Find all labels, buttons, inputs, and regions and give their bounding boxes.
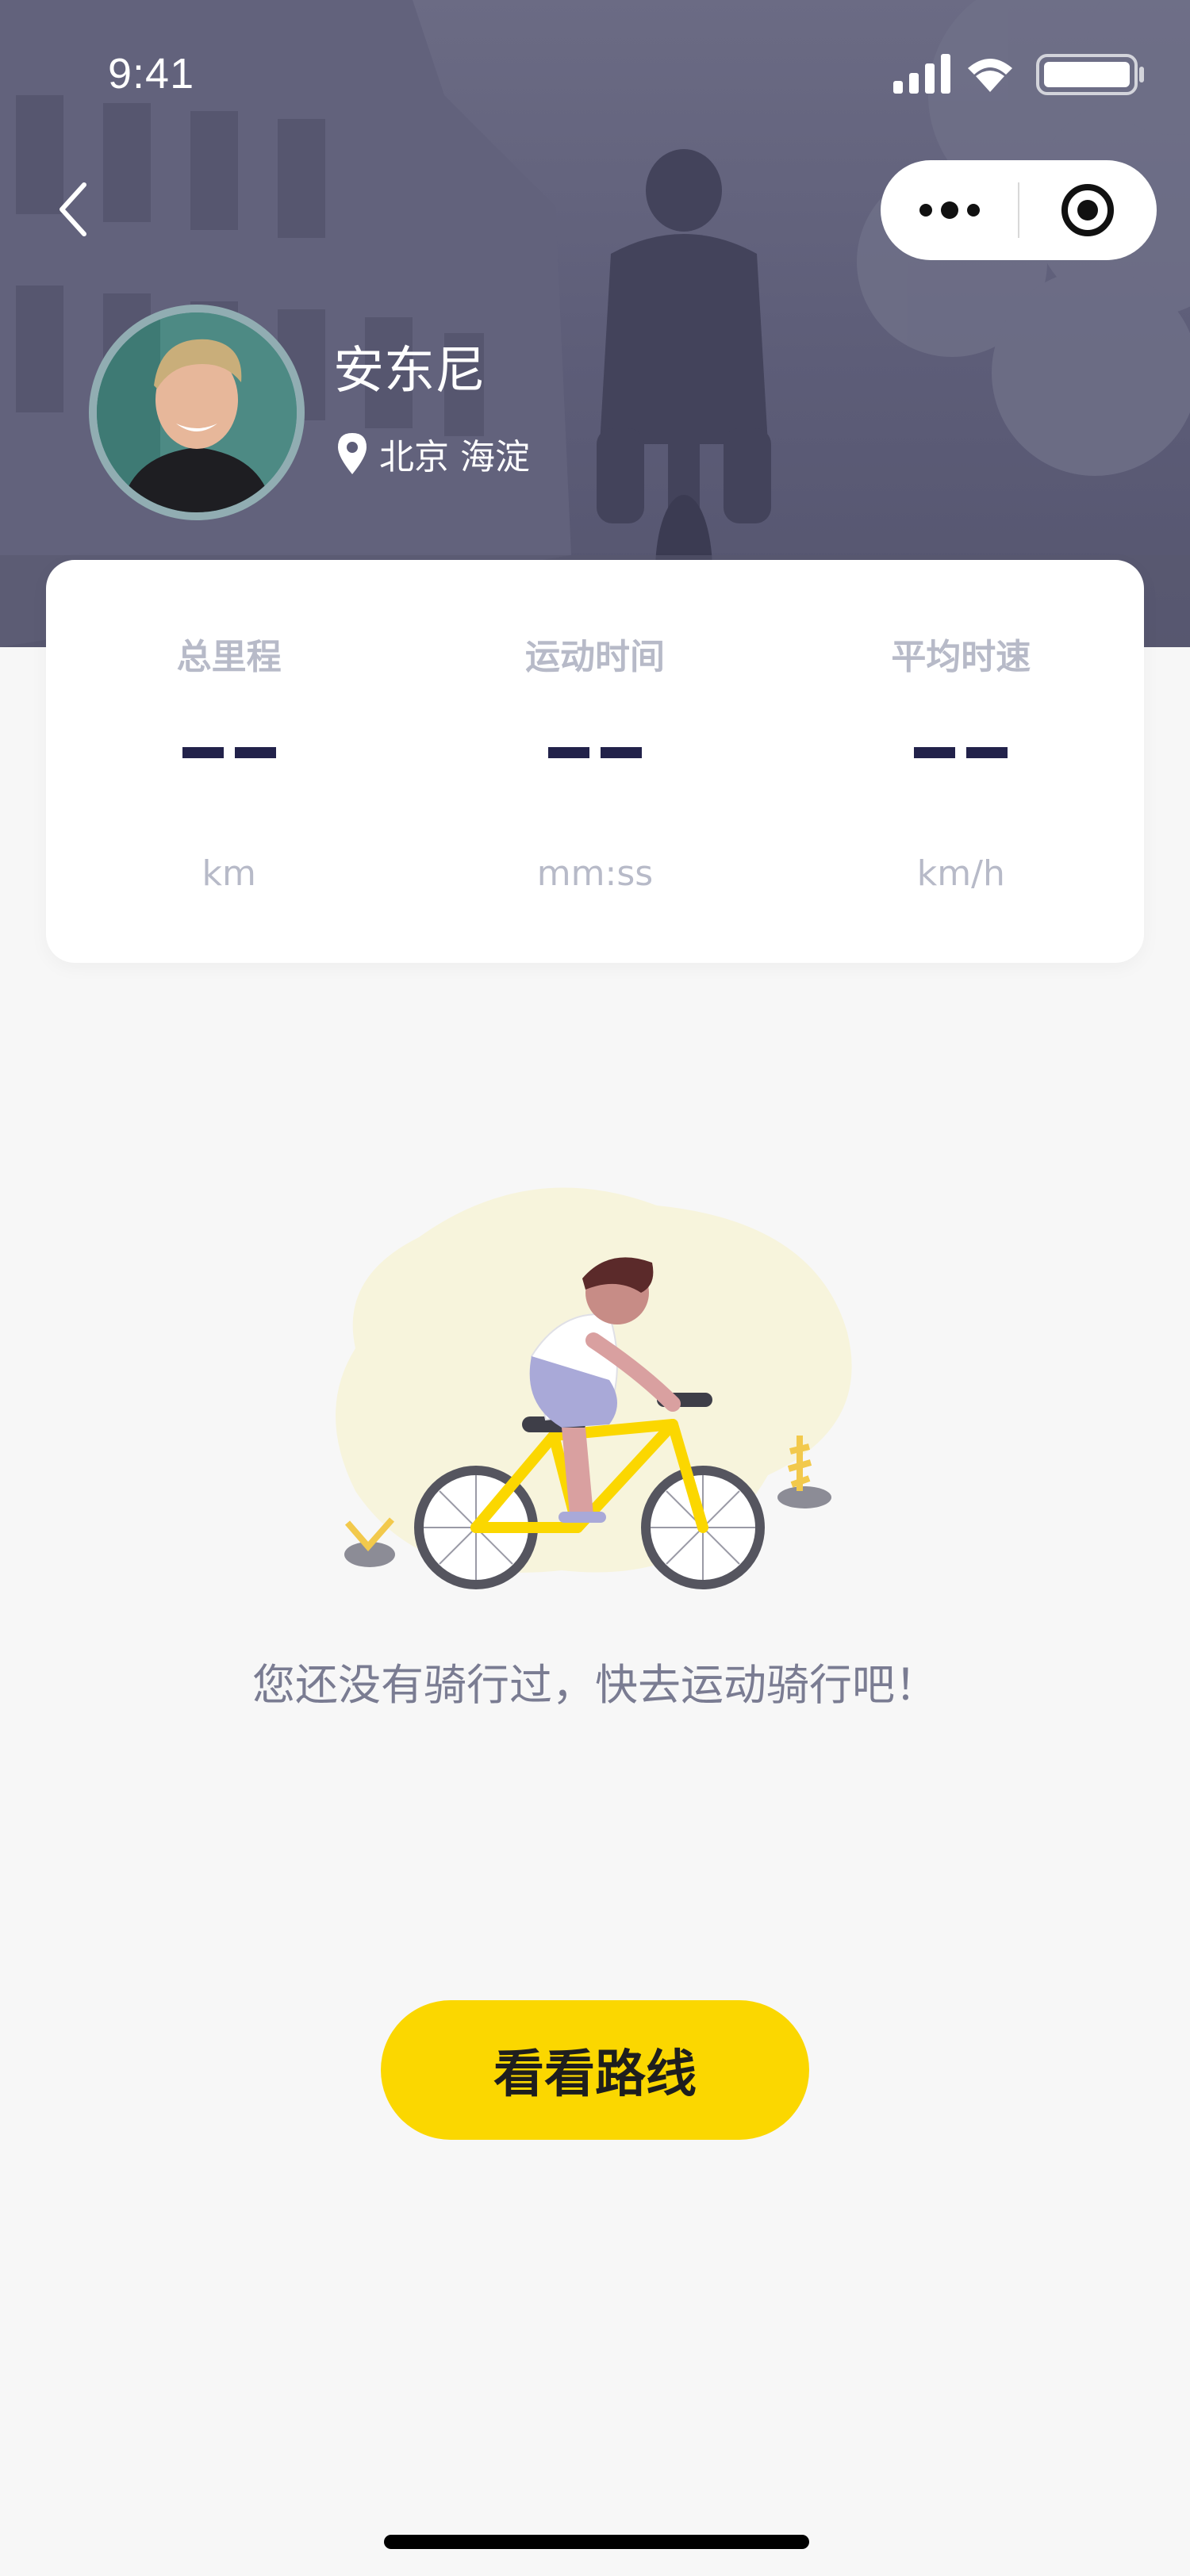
- stat-exercise-time: 运动时间 mm:ss: [412, 560, 777, 963]
- stats-card: 总里程 km 运动时间 mm:ss 平均时速 km/h: [46, 560, 1144, 963]
- location: 北京 海淀: [336, 428, 530, 479]
- stat-label: 运动时间: [524, 637, 665, 677]
- location-city: 北京: [379, 437, 449, 477]
- battery-icon: [1036, 54, 1144, 95]
- signal-icon: [893, 54, 950, 94]
- stat-label: 平均时速: [891, 637, 1031, 677]
- stat-total-distance: 总里程 km: [46, 560, 412, 963]
- wifi-icon: [968, 59, 1012, 92]
- stat-average-speed: 平均时速 km/h: [778, 560, 1144, 963]
- avatar[interactable]: [89, 305, 305, 520]
- location-pin-icon: [338, 433, 367, 474]
- status-icons: [893, 52, 1146, 100]
- stat-value-placeholder: [412, 747, 777, 758]
- target-circle-icon: [1061, 184, 1115, 236]
- location-district: 海淀: [460, 437, 530, 477]
- more-dots-icon: [919, 201, 980, 219]
- stat-value-placeholder: [778, 747, 1144, 758]
- stat-label: 总里程: [176, 637, 282, 677]
- mini-program-capsule: [881, 160, 1157, 260]
- empty-state-message: 您还没有骑行过，快去运动骑行吧！: [252, 1660, 938, 1710]
- username: 安东尼: [333, 342, 486, 401]
- plant-left: [344, 1517, 395, 1567]
- avatar-photo: [97, 312, 297, 512]
- stat-unit: km/h: [916, 853, 1005, 894]
- cyclist-illustration: [336, 1187, 852, 1589]
- home-indicator: [384, 2535, 809, 2549]
- stat-unit: mm:ss: [536, 853, 654, 894]
- more-button[interactable]: [881, 160, 1018, 260]
- close-button[interactable]: [1019, 160, 1157, 260]
- chevron-left-icon: [60, 182, 86, 236]
- stat-value-placeholder: [46, 747, 412, 758]
- stat-unit: km: [202, 853, 256, 894]
- status-time: 9:41: [108, 50, 195, 98]
- back-button[interactable]: [44, 176, 102, 243]
- profile-header: 9:41 安东尼 北京 海淀: [0, 0, 1190, 647]
- view-routes-button[interactable]: 看看路线: [381, 2000, 809, 2140]
